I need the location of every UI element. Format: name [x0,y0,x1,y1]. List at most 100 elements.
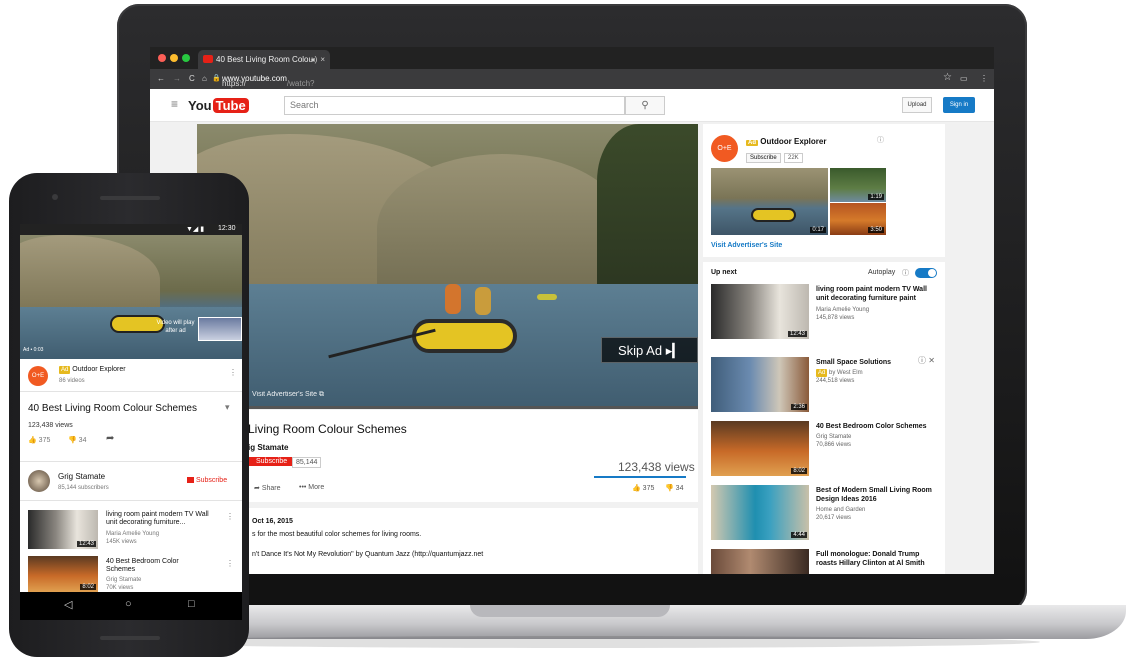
advertiser-logo[interactable]: O+E [711,135,738,162]
duration-badge: 0:17 [810,227,826,233]
ad-info-icon[interactable]: ⓘ [877,135,884,145]
ad-progress-bar[interactable] [197,406,698,409]
browser-tab[interactable]: 40 Best Living Room Colou ◂) × [198,50,330,69]
phone-dislike-count: 34 [78,437,87,444]
hamburger-menu-icon[interactable]: ≡ [171,97,178,111]
up-next-title[interactable]: Full monologue: Donald Trump roasts Hill… [816,550,941,568]
up-next-thumb[interactable]: 4:44 [711,485,809,540]
phone-list-thumb[interactable]: 12:43 [28,510,98,549]
video-player[interactable]: Skip Ad ▸▎ Visit Advertiser's Site ⧉ [197,124,698,407]
phone-subscribe-button[interactable]: Subscribe [187,477,227,485]
cast-icon[interactable]: ▭ [960,74,968,83]
up-next-title[interactable]: Best of Modern Small Living Room Design … [816,486,941,504]
phone-advertiser-row[interactable]: Ad Outdoor Explorer [59,366,126,374]
phone-speaker [100,196,160,200]
ad-thumb-main[interactable]: 0:17 [711,168,828,235]
ad-badge: Ad [59,366,71,374]
up-next-thumb[interactable] [711,549,809,574]
nav-recent-icon[interactable]: □ [188,598,195,610]
channel-name[interactable]: ig Stamate [248,443,288,452]
phone-cliff [20,235,160,310]
ad-subscriber-count: 22K [784,153,803,163]
phone-ad-menu-icon[interactable]: ⋮ [229,369,237,377]
phone-dislike-button[interactable]: 👎 34 [68,437,86,445]
phone-video-title: 40 Best Living Room Colour Schemes [28,403,197,414]
list-menu-icon[interactable]: ⋮ [226,513,234,521]
dislike-button[interactable]: 👎 34 [665,484,683,492]
address-field[interactable]: https://www.youtube.com/watch?v=Pdbi6VJZ… [222,74,344,97]
search-button[interactable]: ⚲ [625,96,665,115]
advertiser-name-row[interactable]: Ad Outdoor Explorer [746,137,826,146]
ad-subscribe-button[interactable]: Subscribe [746,153,781,163]
visit-site-link[interactable]: Visit Advertiser's Site [711,242,782,249]
phone-video-player[interactable]: Video will play after ad Ad • 0:03 [20,235,242,359]
tab-close-icon[interactable]: ◂) × [311,50,325,69]
up-next-channel: Maria Amelie Young [816,307,870,313]
browser-menu-icon[interactable]: ⋮ [980,74,988,83]
phone-list-title[interactable]: 40 Best Bedroom Color Schemes [106,558,206,574]
share-button[interactable]: ➦ Share [254,484,281,492]
up-next-channel: Home and Garden [816,507,866,513]
youtube-logo[interactable]: You Tube [188,98,249,113]
forward-icon[interactable]: → [173,74,181,83]
logo-you: You [188,98,212,113]
channel-avatar[interactable] [28,470,50,492]
advertiser-name: Outdoor Explorer [760,137,827,146]
more-button[interactable]: ••• More [299,484,324,491]
subscribe-button[interactable]: Subscribe [248,457,293,466]
nav-home-icon[interactable]: ○ [125,598,132,610]
up-next-thumb[interactable]: 8:02 [711,421,809,476]
search-input[interactable]: Search [284,96,625,115]
up-next-title[interactable]: living room paint modern TV Wall unit de… [816,285,941,303]
share-label: Share [261,485,281,492]
up-next-views: 20,617 views [816,515,852,521]
close-window-icon[interactable] [158,54,166,62]
skip-ad-button[interactable]: Skip Ad ▸▎ [601,337,698,363]
phone-ad-videos: 86 videos [59,378,85,384]
home-icon[interactable]: ⌂ [202,74,207,83]
sign-in-button[interactable]: Sign in [943,97,975,113]
up-next-title[interactable]: 40 Best Bedroom Color Schemes [816,422,941,431]
ad-dismiss-controls[interactable]: ⓘ ✕ [918,357,935,365]
list-menu-icon[interactable]: ⋮ [226,560,234,568]
far-raft [537,294,557,300]
back-icon[interactable]: ← [157,74,165,83]
autoplay-toggle[interactable] [915,268,937,278]
phone-list-title[interactable]: living room paint modern TV Wall unit de… [106,511,216,527]
phone-advertiser-logo[interactable]: O+E [28,366,48,386]
nav-back-icon[interactable]: ◁ [64,598,72,611]
up-next-label: Up next [711,269,737,276]
bookmark-star-icon[interactable]: ☆ [943,72,952,83]
dislike-count: 34 [675,485,684,492]
zoom-window-icon[interactable] [182,54,190,62]
minimize-window-icon[interactable] [170,54,178,62]
like-button[interactable]: 👍 375 [632,484,654,492]
visit-advertiser-link[interactable]: Visit Advertiser's Site ⧉ [252,391,324,399]
reload-icon[interactable]: C [189,74,195,83]
next-ad-thumb[interactable] [198,317,242,341]
phone-share-icon[interactable]: ➦ [106,434,114,444]
ad-badge: Ad [746,140,758,146]
lock-icon: 🔒 [212,75,221,82]
promo-stage: 40 Best Living Room Colou ◂) × ← → C ⌂ 🔒 … [0,0,1126,659]
expand-icon[interactable]: ▾ [225,403,230,412]
url-scheme: https:// [222,79,247,88]
up-next-thumb[interactable]: 2:36 [711,357,809,412]
ad-thumb-2[interactable]: 1:19 [830,168,886,202]
upload-button[interactable]: Upload [902,97,932,113]
publish-date: Oct 16, 2015 [252,518,293,525]
ad-thumb-3[interactable]: 3:50 [830,203,886,235]
phone-list-views: 70K views [106,585,134,591]
phone-channel-name[interactable]: Grig Stamate [58,473,105,481]
ad-badge: Ad [816,369,828,377]
duration-badge: 12:43 [787,331,807,337]
tab-close-glyph[interactable]: × [320,55,325,64]
phone-advertiser-name: Outdoor Explorer [72,366,126,373]
logo-tube: Tube [212,98,249,113]
laptop-shadow [120,636,1040,648]
phone-list-thumb[interactable]: 8:02 [28,556,98,592]
phone-like-button[interactable]: 👍 375 [28,437,50,445]
duration-badge: 2:36 [791,404,807,410]
autoplay-info-icon[interactable]: ⓘ [902,268,909,278]
up-next-thumb[interactable]: 12:43 [711,284,809,339]
